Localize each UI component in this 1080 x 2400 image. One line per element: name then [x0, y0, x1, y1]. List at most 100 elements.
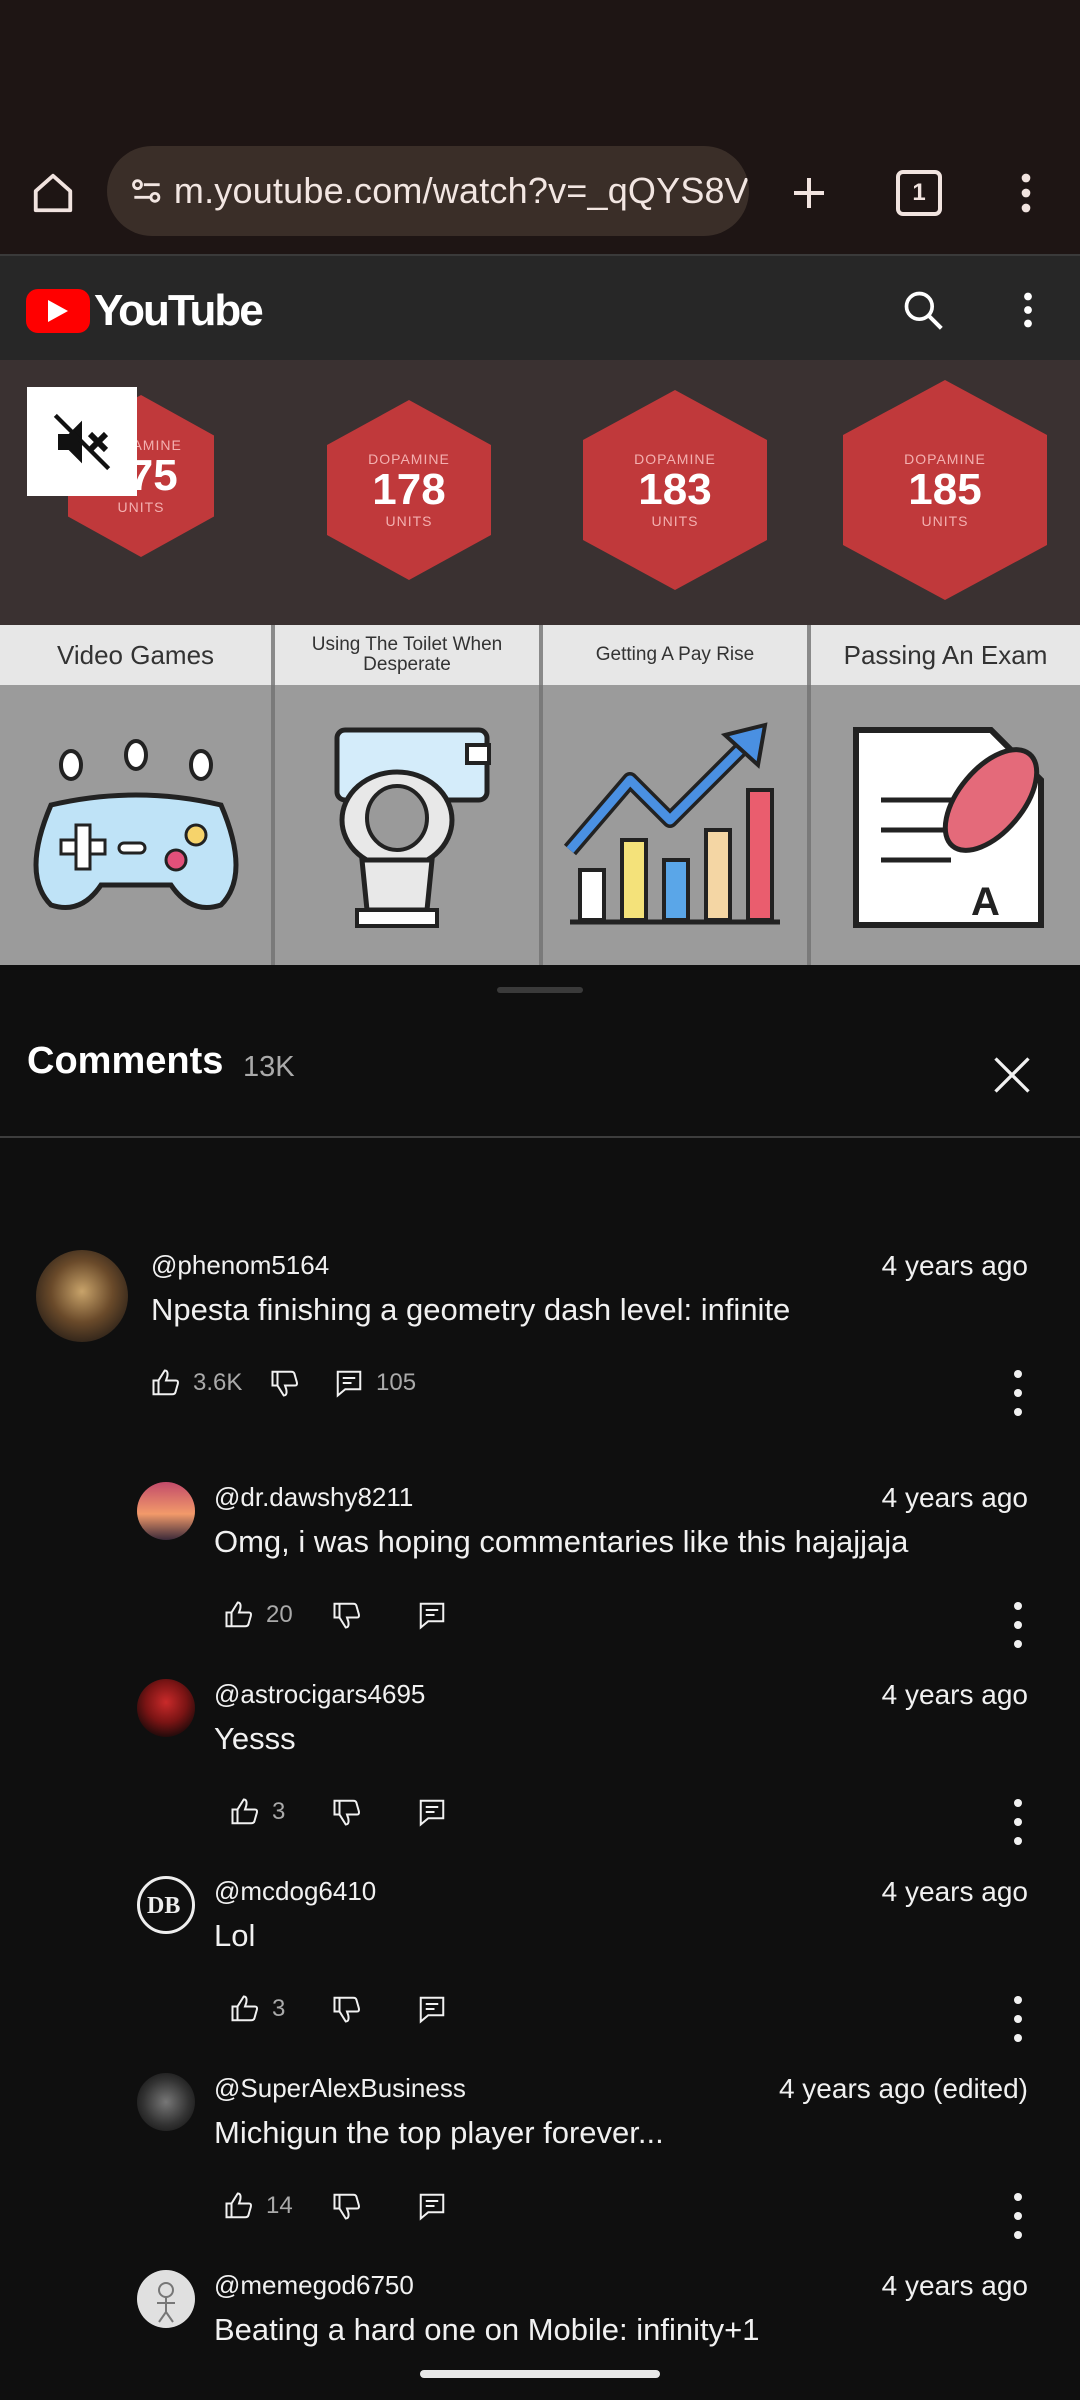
exam-paper-illustration: A: [811, 685, 1080, 965]
comment-time: 4 years ago: [881, 1679, 1028, 1710]
home-icon: [33, 173, 73, 213]
like-button[interactable]: 3.6K: [151, 1368, 242, 1398]
thumb-down-icon: [333, 1996, 360, 2023]
comment-menu-button[interactable]: [1008, 1602, 1028, 1648]
reply-icon: [419, 1996, 445, 2024]
tab-switcher-button[interactable]: 1: [888, 162, 950, 224]
comment-text: Omg, i was hoping commentaries like this…: [214, 1524, 909, 1559]
comment-author[interactable]: @dr.dawshy8211: [214, 1482, 413, 1513]
toilet-illustration: [275, 685, 543, 965]
reply-button[interactable]: [417, 2191, 447, 2221]
category-label: Passing An Exam: [843, 640, 1048, 670]
reply-button[interactable]: [417, 1600, 447, 1630]
plus-icon: [794, 178, 824, 208]
like-count: 20: [266, 1601, 293, 1628]
thumb-up-icon: [231, 1798, 258, 1825]
youtube-logo[interactable]: YouTube: [26, 286, 264, 336]
avatar[interactable]: [137, 1482, 195, 1540]
new-tab-button[interactable]: [778, 162, 840, 224]
comment-menu-button[interactable]: [1008, 1996, 1028, 2042]
thumb-down-icon: [333, 2193, 360, 2220]
search-icon: [904, 291, 943, 330]
comment-author[interactable]: @mcdog6410: [214, 1876, 376, 1907]
comment-author[interactable]: @phenom5164: [151, 1250, 329, 1281]
category-label: Using The Toilet When Desperate: [275, 625, 543, 685]
dislike-button[interactable]: [270, 1368, 300, 1398]
comment-author[interactable]: @SuperAlexBusiness: [214, 2073, 466, 2104]
thumb-up-icon: [152, 1369, 179, 1396]
drag-handle[interactable]: [497, 987, 583, 993]
like-button[interactable]: 3: [230, 1797, 285, 1827]
avatar[interactable]: [137, 1679, 195, 1737]
address-bar[interactable]: m.youtube.com/watch?v=_qQYS8V: [107, 146, 749, 236]
like-button[interactable]: 20: [224, 1600, 293, 1630]
youtube-play-icon: [26, 289, 90, 333]
comment-author[interactable]: @memegod6750: [214, 2270, 414, 2301]
site-settings-icon[interactable]: [121, 172, 174, 210]
thumb-up-icon: [225, 2192, 252, 2219]
close-comments-button[interactable]: [980, 1043, 1044, 1107]
comment-menu-button[interactable]: [1008, 2193, 1028, 2239]
tab-count: 1: [896, 170, 942, 216]
like-button[interactable]: 3: [230, 1994, 285, 2024]
category-label: Video Games: [0, 625, 275, 685]
thumb-up-icon: [225, 1601, 252, 1628]
comment-time: 4 years ago: [881, 2270, 1028, 2301]
dislike-button[interactable]: [332, 2191, 362, 2221]
avatar[interactable]: [137, 2073, 195, 2131]
comment-text: Lol: [214, 1918, 256, 1953]
comment-time: 4 years ago: [881, 1482, 1028, 1513]
comment-text: Beating a hard one on Mobile: infinity+1: [214, 2312, 760, 2347]
avatar[interactable]: DB: [137, 1876, 195, 1934]
video-player[interactable]: DOPAMINE 175 UNITS DOPAMINE 178 UNITS DO…: [0, 360, 1080, 965]
thumb-down-icon: [333, 1799, 360, 1826]
thumb-down-icon: [271, 1370, 298, 1397]
thumb-down-icon: [333, 1602, 360, 1629]
reply-count: 105: [376, 1369, 417, 1396]
like-button[interactable]: 14: [224, 2191, 293, 2221]
comment-time: 4 years ago (edited): [778, 2073, 1028, 2104]
browser-toolbar: m.youtube.com/watch?v=_qQYS8V 1: [0, 140, 1080, 254]
comment-menu-button[interactable]: [1008, 1799, 1028, 1845]
reply-icon: [336, 1370, 362, 1398]
close-icon: [994, 1057, 1030, 1093]
search-button[interactable]: [893, 280, 953, 340]
dopamine-hex: DOPAMINE 178 UNITS: [327, 400, 491, 580]
youtube-header: YouTube: [0, 254, 1080, 362]
avatar[interactable]: [137, 2270, 195, 2328]
comment-time: 4 years ago: [881, 1876, 1028, 1907]
more-vert-icon: [1021, 173, 1031, 213]
reply-icon: [419, 1602, 445, 1630]
like-count: 3: [272, 1798, 286, 1825]
youtube-menu-button[interactable]: [1003, 280, 1053, 340]
comment-text: Yesss: [214, 1721, 296, 1756]
dislike-button[interactable]: [332, 1994, 362, 2024]
url-text: m.youtube.com/watch?v=_qQYS8V: [173, 170, 749, 211]
muted-speaker-icon: [53, 413, 111, 470]
unmute-button[interactable]: [27, 387, 137, 496]
browser-menu-button[interactable]: [1000, 162, 1052, 224]
like-count: 14: [266, 2192, 293, 2219]
dislike-button[interactable]: [332, 1797, 362, 1827]
thumb-up-icon: [231, 1995, 258, 2022]
more-vert-icon: [1024, 292, 1032, 328]
dopamine-hex: DOPAMINE 185 UNITS: [843, 380, 1047, 600]
gesture-nav-handle[interactable]: [420, 2370, 660, 2378]
comments-count: 13K: [243, 1051, 295, 1083]
reply-button[interactable]: [417, 1994, 447, 2024]
comment-menu-button[interactable]: [1008, 1370, 1028, 1416]
like-count: 3.6K: [193, 1369, 243, 1396]
home-button[interactable]: [22, 162, 84, 224]
avatar[interactable]: [36, 1250, 128, 1342]
category-label: Getting A Pay Rise: [543, 625, 811, 685]
divider: [0, 1136, 1080, 1138]
svg-text:A: A: [971, 880, 1000, 924]
video-hex-row: DOPAMINE 175 UNITS DOPAMINE 178 UNITS DO…: [0, 360, 1080, 625]
reply-icon: [419, 2193, 445, 2221]
dislike-button[interactable]: [332, 1600, 362, 1630]
reply-button[interactable]: [417, 1797, 447, 1827]
comment-time: 4 years ago: [881, 1250, 1028, 1281]
reply-button[interactable]: 105: [334, 1368, 416, 1398]
reply-icon: [419, 1799, 445, 1827]
comment-author[interactable]: @astrocigars4695: [214, 1679, 425, 1710]
